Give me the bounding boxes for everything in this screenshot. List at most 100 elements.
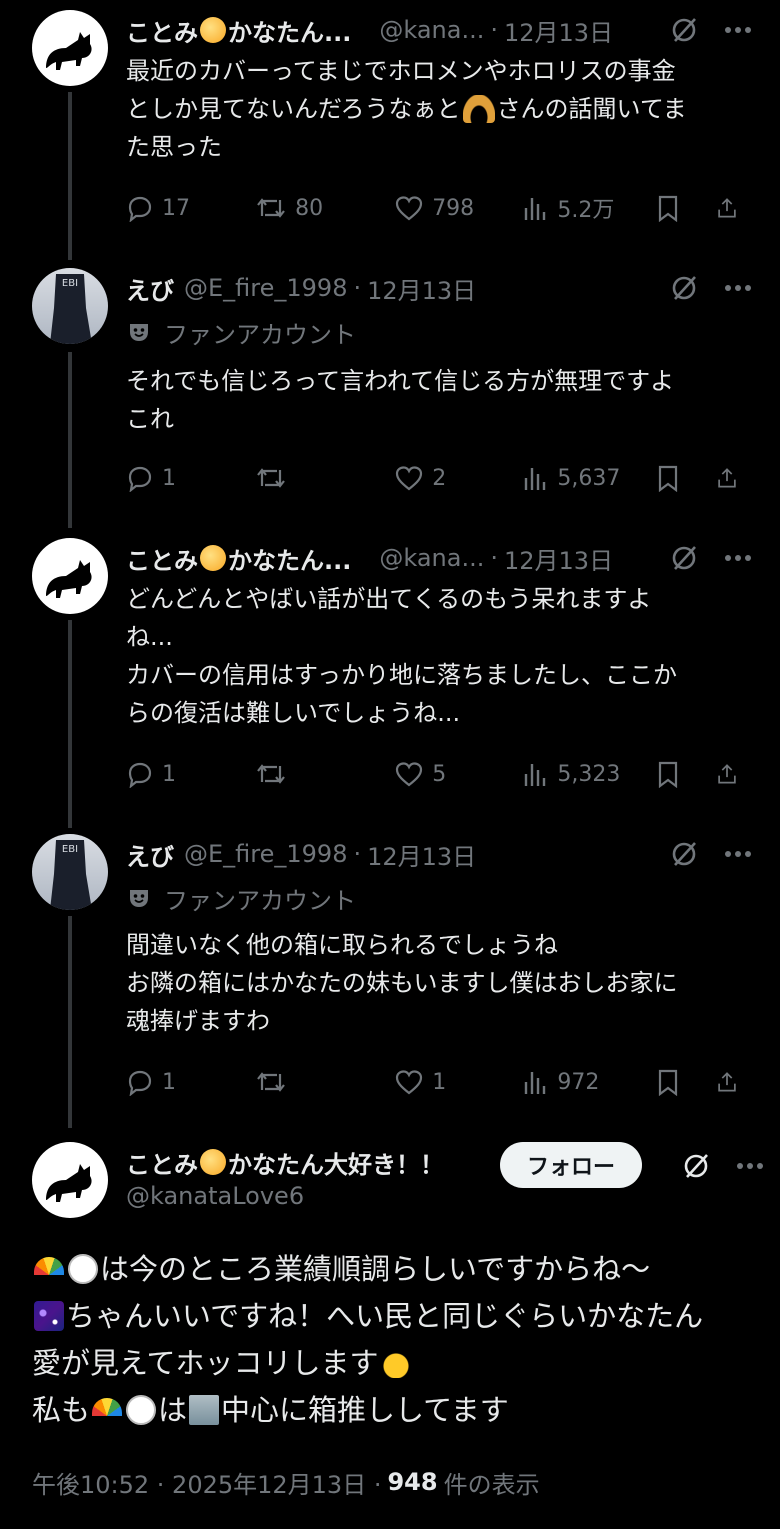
display-name-suffix[interactable]: かなたん... bbox=[228, 13, 351, 48]
like-count: 5 bbox=[432, 761, 447, 787]
repost-button[interactable] bbox=[255, 464, 394, 492]
repost-icon bbox=[257, 468, 285, 488]
main-text-line: 愛が見えてホッコリします bbox=[32, 1340, 750, 1387]
display-name[interactable]: ことみ bbox=[126, 1145, 198, 1180]
tweet-date[interactable]: 12月13日 bbox=[367, 837, 476, 872]
views-button[interactable]: 5,637 bbox=[521, 464, 656, 492]
repost-count: 80 bbox=[295, 195, 324, 221]
repost-icon bbox=[257, 198, 285, 218]
share-button[interactable] bbox=[716, 760, 746, 788]
user-handle[interactable]: @kana... bbox=[379, 544, 484, 572]
tweet-date[interactable]: 12月13日 bbox=[504, 541, 613, 576]
reply-button[interactable]: 1 bbox=[126, 1068, 255, 1096]
grok-icon[interactable] bbox=[666, 540, 702, 576]
repost-button[interactable] bbox=[255, 760, 394, 788]
theater-mask-icon bbox=[126, 885, 152, 911]
tweet-meta: 午後10:52 · 2025年12月13日 · 948 件の表示 bbox=[32, 1462, 540, 1502]
heart-icon bbox=[396, 196, 423, 221]
view-count: 972 bbox=[557, 1069, 600, 1095]
reply-button[interactable]: 17 bbox=[126, 194, 255, 222]
follow-button[interactable]: フォロー bbox=[500, 1142, 642, 1188]
bookmark-button[interactable] bbox=[656, 194, 716, 222]
fan-account-label: ファンアカウント bbox=[126, 880, 356, 916]
main-tweet-text: は今のところ業績順調らしいですからね〜 ちゃんいいですね！へい民と同じぐらいかな… bbox=[32, 1246, 750, 1434]
bookmark-icon bbox=[659, 465, 678, 492]
separator-dot: · bbox=[353, 274, 362, 302]
tweet-header: ことみ かなたん... @kana... · 12月13日 bbox=[126, 10, 756, 50]
view-count: 5.2万 bbox=[557, 198, 615, 223]
thread-line bbox=[68, 92, 72, 260]
display-name[interactable]: えび bbox=[126, 837, 174, 872]
more-options-icon[interactable] bbox=[720, 836, 756, 872]
ebi-avatar-icon: EBI bbox=[50, 274, 92, 344]
user-handle[interactable]: @kana... bbox=[379, 16, 484, 44]
share-button[interactable] bbox=[716, 464, 746, 492]
more-options-icon[interactable] bbox=[720, 270, 756, 306]
like-count: 2 bbox=[432, 465, 447, 491]
like-button[interactable]: 2 bbox=[394, 464, 521, 492]
display-name[interactable]: ことみ bbox=[126, 13, 198, 48]
view-count: 948 bbox=[387, 1468, 438, 1496]
avatar[interactable]: EBI bbox=[32, 834, 108, 910]
tweet-header: えび @E_fire_1998 · 12月13日 bbox=[126, 834, 756, 874]
tweet-actions: 1 2 5,637 bbox=[126, 458, 746, 498]
share-button[interactable] bbox=[716, 194, 746, 222]
grok-icon[interactable] bbox=[678, 1148, 714, 1184]
analytics-icon bbox=[525, 468, 546, 490]
grok-icon[interactable] bbox=[666, 12, 702, 48]
clock-emoji-icon bbox=[126, 1395, 157, 1425]
analytics-icon bbox=[525, 198, 546, 220]
reply-count: 17 bbox=[162, 195, 190, 221]
grok-icon[interactable] bbox=[666, 270, 702, 306]
like-button[interactable]: 1 bbox=[394, 1068, 521, 1096]
reply-button[interactable]: 1 bbox=[126, 760, 255, 788]
analytics-icon bbox=[525, 764, 546, 786]
avatar[interactable] bbox=[32, 1142, 108, 1218]
user-handle[interactable]: @kanataLove6 bbox=[126, 1182, 304, 1210]
reply-icon bbox=[128, 762, 152, 788]
heart-icon bbox=[396, 762, 423, 787]
separator-dot: · bbox=[353, 840, 362, 868]
avatar[interactable] bbox=[32, 538, 108, 614]
thread-line bbox=[68, 916, 72, 1128]
tweet-text: 最近のカバーってまじでホロメンやホロリスの事金 としか見てないんだろうなぁと さん… bbox=[126, 57, 687, 161]
avatar[interactable] bbox=[32, 10, 108, 86]
reply-count: 1 bbox=[162, 761, 176, 787]
shooting-star-emoji-icon bbox=[200, 17, 226, 43]
more-options-icon[interactable] bbox=[732, 1148, 768, 1184]
grok-icon[interactable] bbox=[666, 836, 702, 872]
like-button[interactable]: 798 bbox=[394, 194, 521, 222]
repost-button[interactable]: 80 bbox=[255, 194, 394, 222]
fan-account-text: ファンアカウント bbox=[164, 886, 356, 915]
reply-button[interactable]: 1 bbox=[126, 464, 255, 492]
user-handle[interactable]: @E_fire_1998 bbox=[184, 274, 347, 302]
croissant-emoji-icon bbox=[462, 95, 495, 123]
smiling-halo-emoji-icon bbox=[380, 1348, 411, 1378]
office-building-emoji-icon bbox=[189, 1395, 220, 1425]
share-icon bbox=[718, 1072, 736, 1092]
bookmark-button[interactable] bbox=[656, 464, 716, 492]
display-name-suffix[interactable]: かなたん... bbox=[228, 541, 351, 576]
share-button[interactable] bbox=[716, 1068, 746, 1096]
bookmark-button[interactable] bbox=[656, 760, 716, 788]
display-name-suffix[interactable]: かなたん大好き！！ bbox=[228, 1145, 444, 1180]
heart-icon bbox=[396, 466, 423, 491]
views-button[interactable]: 5,323 bbox=[521, 760, 656, 788]
more-options-icon[interactable] bbox=[720, 540, 756, 576]
share-icon bbox=[718, 198, 736, 218]
display-name[interactable]: ことみ bbox=[126, 541, 198, 576]
post-timestamp[interactable]: 午後10:52 · 2025年12月13日 · bbox=[32, 1465, 381, 1500]
repost-button[interactable] bbox=[255, 1068, 394, 1096]
like-button[interactable]: 5 bbox=[394, 760, 521, 788]
tweet-date[interactable]: 12月13日 bbox=[367, 271, 476, 306]
svg-text:EBI: EBI bbox=[62, 844, 78, 855]
bookmark-button[interactable] bbox=[656, 1068, 716, 1096]
tweet-date[interactable]: 12月13日 bbox=[504, 13, 613, 48]
views-button[interactable]: 5.2万 bbox=[521, 192, 656, 224]
user-handle[interactable]: @E_fire_1998 bbox=[184, 840, 347, 868]
rainbow-emoji-icon bbox=[34, 1257, 64, 1275]
display-name[interactable]: えび bbox=[126, 271, 174, 306]
views-button[interactable]: 972 bbox=[521, 1068, 656, 1096]
more-options-icon[interactable] bbox=[720, 12, 756, 48]
avatar[interactable]: EBI bbox=[32, 268, 108, 344]
